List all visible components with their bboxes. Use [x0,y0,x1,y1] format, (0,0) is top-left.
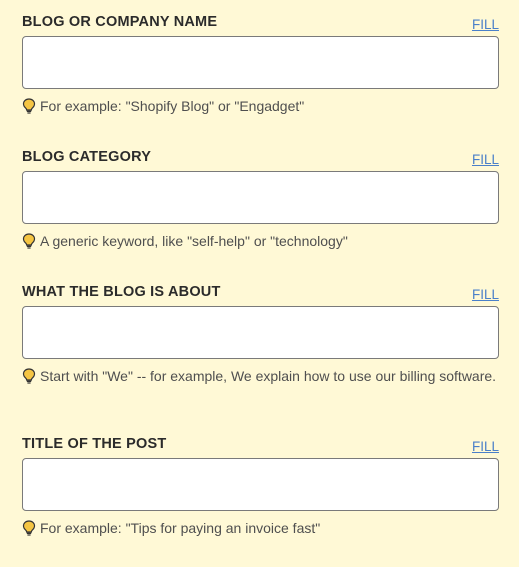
lightbulb-icon [22,233,36,249]
blog-category-label: BLOG CATEGORY [22,149,152,165]
post-title-label: TITLE OF THE POST [22,436,167,452]
blog-about-label: WHAT THE BLOG IS ABOUT [22,284,221,300]
blog-about-input[interactable] [22,306,499,359]
post-title-hint-text: For example: "Tips for paying an invoice… [40,520,321,536]
blog-category-hint-text: A generic keyword, like "self-help" or "… [40,233,348,249]
blog-about-hint-text: Start with "We" -- for example, We expla… [40,368,497,384]
blog-name-hint: For example: "Shopify Blog" or "Engadget… [22,97,499,116]
lightbulb-icon [22,98,36,114]
blog-about-fill-link[interactable]: FILL [472,287,499,302]
lightbulb-icon [22,520,36,536]
blog-name-hint-text: For example: "Shopify Blog" or "Engadget… [40,98,305,114]
blog-name-fill-link[interactable]: FILL [472,17,499,32]
blog-name-input[interactable] [22,36,499,89]
blog-name-label: BLOG OR COMPANY NAME [22,14,218,30]
blog-category-hint: A generic keyword, like "self-help" or "… [22,232,499,251]
blog-category-input[interactable] [22,171,499,224]
post-title-fill-link[interactable]: FILL [472,439,499,454]
post-title-input[interactable] [22,458,499,511]
post-title-hint: For example: "Tips for paying an invoice… [22,519,499,538]
blog-category-fill-link[interactable]: FILL [472,152,499,167]
blog-about-hint: Start with "We" -- for example, We expla… [22,367,499,386]
lightbulb-icon [22,368,36,384]
